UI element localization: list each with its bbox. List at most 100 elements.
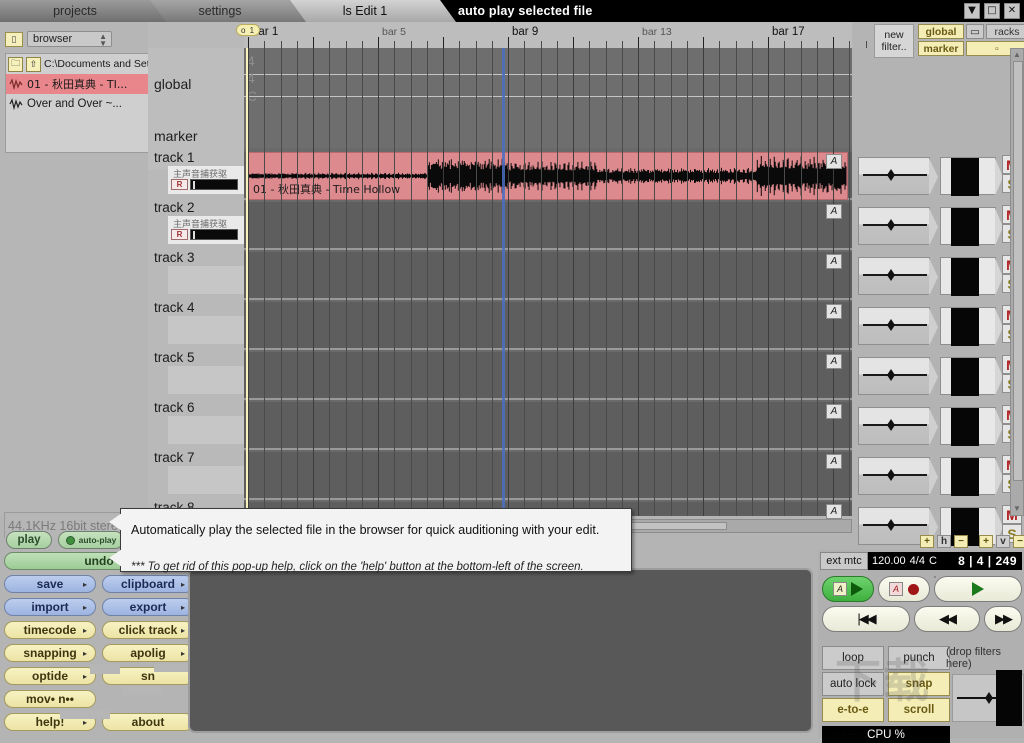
track-header-2[interactable]: track 2 主声音捕获驱 R	[148, 198, 254, 248]
track-header-5[interactable]: track 5	[148, 348, 254, 398]
pan-control[interactable]	[858, 257, 938, 296]
automation-button[interactable]: A	[826, 454, 842, 469]
track-input-flag[interactable]: 主声音捕获驱 R	[168, 216, 254, 244]
automation-button[interactable]: A	[826, 254, 842, 269]
close-icon[interactable]: ✕	[1004, 3, 1020, 19]
rewind-button[interactable]: ◀◀	[914, 606, 980, 632]
panel-toggle-icon[interactable]: ▯	[5, 31, 23, 47]
global-lane[interactable]: 4 4 C	[244, 48, 852, 148]
fader-control[interactable]	[940, 257, 1003, 296]
automation-button[interactable]: A	[826, 504, 842, 519]
scroll-down-icon[interactable]: ▼	[1012, 504, 1022, 514]
track-header-1[interactable]: track 1 主声音捕获驱 R	[148, 148, 254, 198]
browser-item-0[interactable]: 01 - 秋田真典 - TI...	[6, 74, 152, 94]
command-button-about[interactable]: about	[102, 713, 194, 731]
track-input-flag[interactable]	[168, 466, 254, 494]
e-to-e-toggle[interactable]: e-to-e	[822, 698, 884, 722]
command-button-mov-n[interactable]: mov• n••	[4, 690, 96, 708]
play-loop-button[interactable]: A	[822, 576, 874, 602]
command-button-apolig[interactable]: apolig ▸	[102, 644, 194, 662]
fader-control[interactable]	[940, 407, 1003, 446]
track-header-3[interactable]: track 3	[148, 248, 254, 298]
zoom-in-button[interactable]: +	[920, 535, 934, 548]
vertical-scrollbar[interactable]: ▲ ▼	[1010, 48, 1024, 516]
fader-control[interactable]	[940, 157, 1003, 196]
automation-button[interactable]: A	[826, 204, 842, 219]
scroll-toggle[interactable]: scroll	[888, 698, 950, 722]
marker-filter-button[interactable]: marker	[918, 41, 964, 56]
punch-toggle[interactable]: punch	[888, 646, 950, 670]
fader-control[interactable]	[940, 457, 1003, 496]
track-input-flag[interactable]	[168, 316, 254, 344]
zoom-in-button[interactable]: +	[979, 535, 993, 548]
tab-settings[interactable]: settings	[150, 0, 290, 22]
pan-control[interactable]	[858, 307, 938, 346]
folder-icon[interactable]: 🗀	[8, 56, 23, 72]
zoom-out-button[interactable]: −	[1013, 535, 1024, 548]
minimize-icon[interactable]: ▼	[964, 3, 980, 19]
arrange-view[interactable]: 4 4 C 01 - 秋田真典 - Time Hollow	[244, 48, 852, 516]
automation-button[interactable]: A	[826, 404, 842, 419]
track-input-flag[interactable]	[168, 416, 254, 444]
track-lane-3[interactable]	[244, 252, 852, 300]
racks-button[interactable]: racks	[986, 24, 1024, 39]
parent-folder-icon[interactable]: ⇧	[26, 56, 41, 72]
automation-button[interactable]: A	[826, 304, 842, 319]
track-header-4[interactable]: track 4	[148, 298, 254, 348]
plugin-rack-panel[interactable]	[188, 568, 813, 733]
fader-control[interactable]	[940, 357, 1003, 396]
snap-toggle[interactable]: snap	[888, 672, 950, 696]
vertical-scroll-thumb[interactable]	[1013, 61, 1023, 481]
browser-item-1[interactable]: Over and Over ~...	[6, 94, 152, 114]
swatch-icon[interactable]: ▭	[966, 24, 984, 39]
automation-button[interactable]: A	[826, 154, 842, 169]
pan-control[interactable]	[858, 207, 938, 246]
audio-clip[interactable]: 01 - 秋田真典 - Time Hollow	[248, 152, 848, 200]
rewind-to-start-button[interactable]: |◀◀	[822, 606, 910, 632]
zoom-axis-h-button[interactable]: h	[937, 535, 951, 548]
track-header-6[interactable]: track 6	[148, 398, 254, 448]
pan-control[interactable]	[858, 407, 938, 446]
record-arm-button[interactable]: R	[171, 229, 188, 240]
track-lane-5[interactable]	[244, 352, 852, 400]
browser-file-list[interactable]: 🗀 ⇧ C:\Documents and Setting... 01 - 秋田真…	[5, 53, 153, 153]
command-button-save[interactable]: save ▸	[4, 575, 96, 593]
track-lane-6[interactable]	[244, 402, 852, 450]
playhead[interactable]	[246, 48, 248, 516]
pan-control[interactable]	[858, 357, 938, 396]
tab-edit[interactable]: ls Edit 1	[290, 0, 440, 22]
automation-button[interactable]: A	[826, 354, 842, 369]
track-input-flag[interactable]: 主声音捕获驱 R	[168, 166, 254, 194]
pan-control[interactable]	[858, 457, 938, 496]
timeline-ruler[interactable]: bar 1 bar 5 bar 9 bar 13 bar 17	[244, 22, 883, 48]
track-lane-1[interactable]: 01 - 秋田真典 - Time Hollow	[244, 152, 852, 200]
track-lane-2[interactable]	[244, 202, 852, 250]
command-button-import[interactable]: import ▸	[4, 598, 96, 616]
browser-selector[interactable]: browser ▲ ▼	[27, 31, 112, 48]
track-lane-7[interactable]	[244, 452, 852, 500]
zoom-out-button[interactable]: −	[954, 535, 968, 548]
drop-filters-area[interactable]: (drop filters here)	[946, 646, 1024, 670]
pan-control[interactable]	[858, 157, 938, 196]
command-button-timecode[interactable]: timecode ▸	[4, 621, 96, 639]
command-button-snapping[interactable]: snapping ▸	[4, 644, 96, 662]
command-button-click-track[interactable]: click track ▸	[102, 621, 194, 639]
autoplay-toggle[interactable]: auto-play	[58, 531, 124, 549]
track-lane-4[interactable]	[244, 302, 852, 350]
global-filter-button[interactable]: global	[918, 24, 964, 39]
scroll-up-icon[interactable]: ▲	[1012, 50, 1022, 60]
locator-marker[interactable]: o 1	[236, 24, 260, 36]
play-button-transport[interactable]	[934, 576, 1022, 602]
command-button-optide[interactable]: optide ▸	[4, 667, 96, 685]
maximize-icon[interactable]: □	[984, 3, 1000, 19]
command-button-export[interactable]: export ▸	[102, 598, 194, 616]
zoom-axis-v-button[interactable]: v	[996, 535, 1010, 548]
fader-control[interactable]	[940, 207, 1003, 246]
play-button[interactable]: play	[6, 531, 52, 549]
fader-control[interactable]	[940, 307, 1003, 346]
forward-button[interactable]: ▶▶	[984, 606, 1022, 632]
new-filter-button[interactable]: new filter..	[874, 24, 914, 58]
track-input-flag[interactable]	[168, 366, 254, 394]
command-button-clipboard[interactable]: clipboard ▸	[102, 575, 194, 593]
auto-lock-toggle[interactable]: auto lock	[822, 672, 884, 696]
